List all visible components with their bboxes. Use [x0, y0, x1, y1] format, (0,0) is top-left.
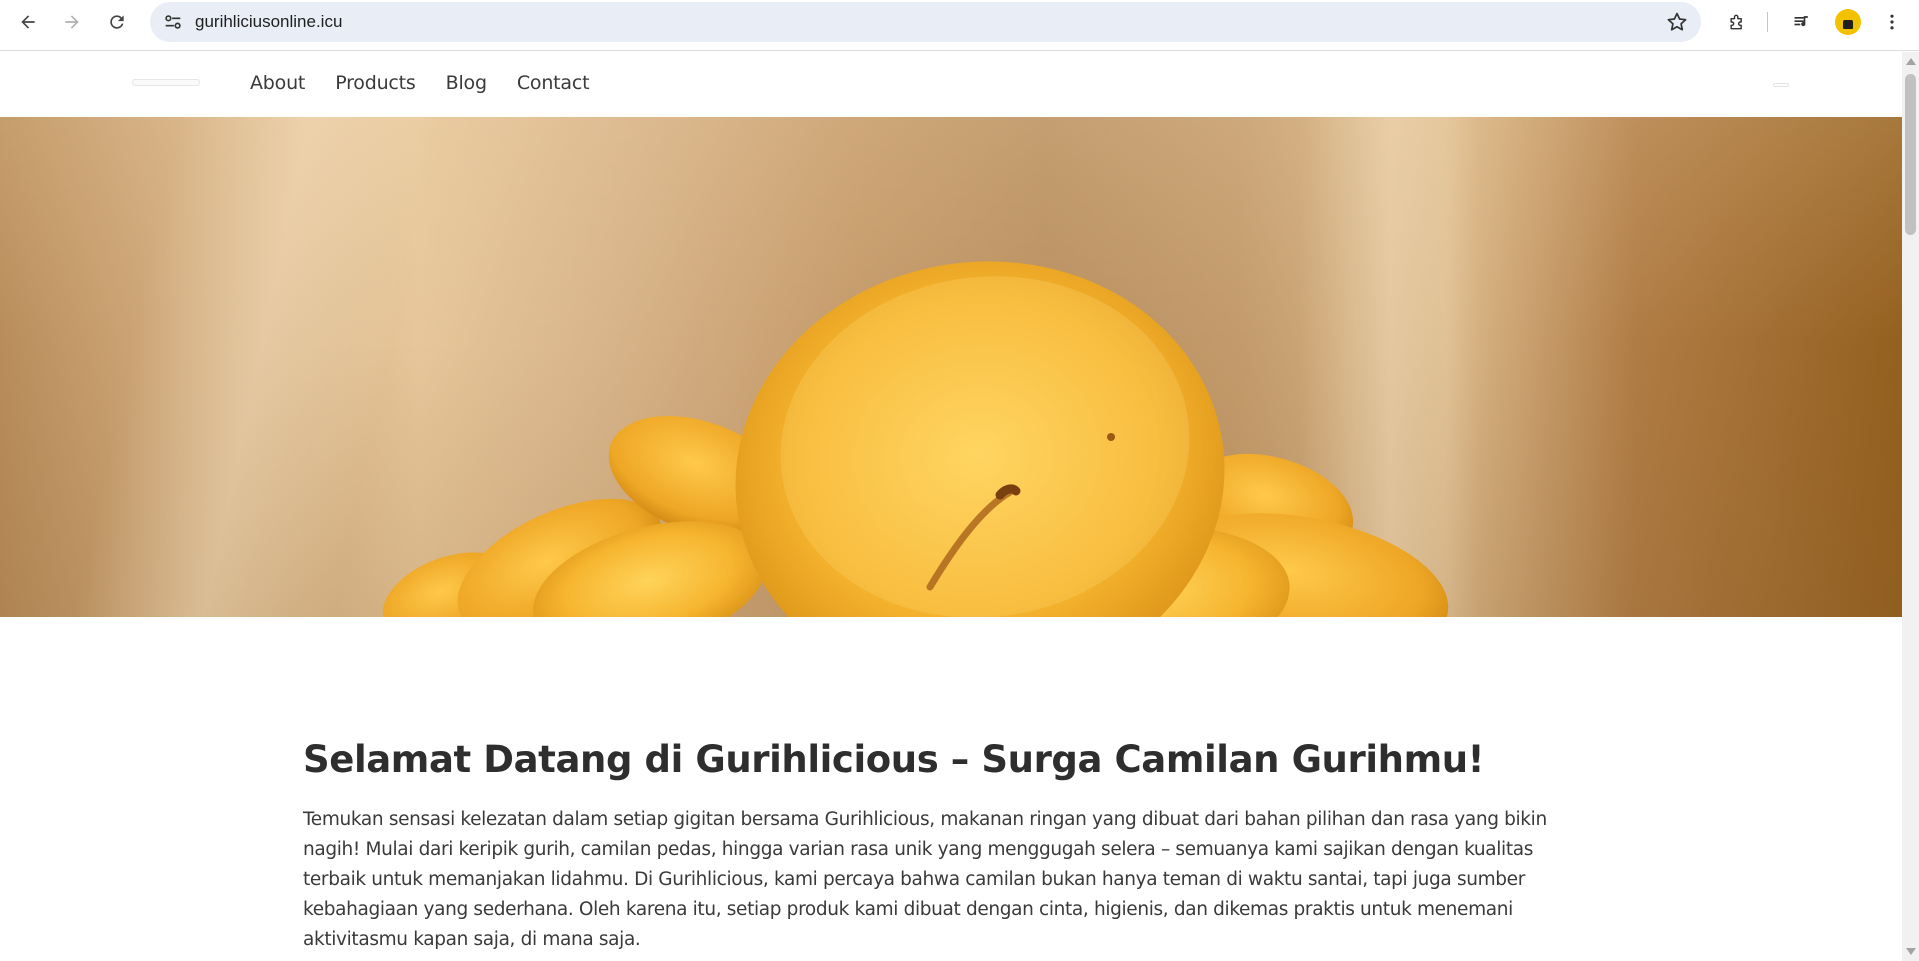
- media-controls-icon: [1794, 16, 1808, 27]
- site-settings-icon[interactable]: [162, 11, 184, 33]
- url-text[interactable]: gurihliciusonline.icu: [195, 12, 342, 32]
- forward-button[interactable]: [56, 6, 88, 38]
- browser-toolbar: gurihliciusonline.icu: [0, 0, 1919, 51]
- profile-avatar-icon[interactable]: [1835, 9, 1861, 35]
- extensions-button[interactable]: [1721, 6, 1753, 38]
- scroll-down-arrow-icon[interactable]: [1906, 948, 1916, 955]
- welcome-heading: Selamat Datang di Gurihlicious – Surga C…: [303, 738, 1485, 781]
- site-header: About Products Blog Contact: [0, 52, 1902, 117]
- back-arrow-icon: [21, 15, 35, 29]
- address-bar[interactable]: gurihliciusonline.icu: [150, 2, 1701, 42]
- media-controls-button[interactable]: [1786, 6, 1818, 38]
- reload-icon: [110, 15, 124, 29]
- nav-link-products[interactable]: Products: [335, 72, 416, 94]
- scroll-up-arrow-icon[interactable]: [1906, 58, 1916, 65]
- toolbar-separator: [1767, 12, 1768, 32]
- hero-banner: [0, 117, 1902, 617]
- welcome-section: Selamat Datang di Gurihlicious – Surga C…: [303, 737, 1603, 955]
- bookmark-star-icon[interactable]: [1665, 10, 1689, 34]
- extensions-icon: [1730, 14, 1742, 30]
- header-icon[interactable]: [1773, 83, 1789, 87]
- more-menu-button[interactable]: [1876, 6, 1908, 38]
- reload-button[interactable]: [101, 6, 133, 38]
- nav-link-contact[interactable]: Contact: [517, 72, 590, 94]
- welcome-paragraph: Temukan sensasi kelezatan dalam setiap g…: [303, 809, 1547, 950]
- back-button[interactable]: [12, 6, 44, 38]
- forward-arrow-icon: [65, 15, 79, 29]
- vertical-scrollbar[interactable]: [1902, 52, 1919, 961]
- hero-image: [73, 117, 1480, 617]
- site-logo[interactable]: [132, 79, 200, 86]
- nav-link-about[interactable]: About: [250, 72, 305, 94]
- scrollbar-thumb[interactable]: [1905, 74, 1916, 235]
- page-viewport: About Products Blog Contact Selamat Data…: [0, 52, 1902, 961]
- nav-link-blog[interactable]: Blog: [446, 72, 487, 94]
- main-nav: About Products Blog Contact: [250, 72, 619, 94]
- more-menu-icon: [1890, 14, 1894, 30]
